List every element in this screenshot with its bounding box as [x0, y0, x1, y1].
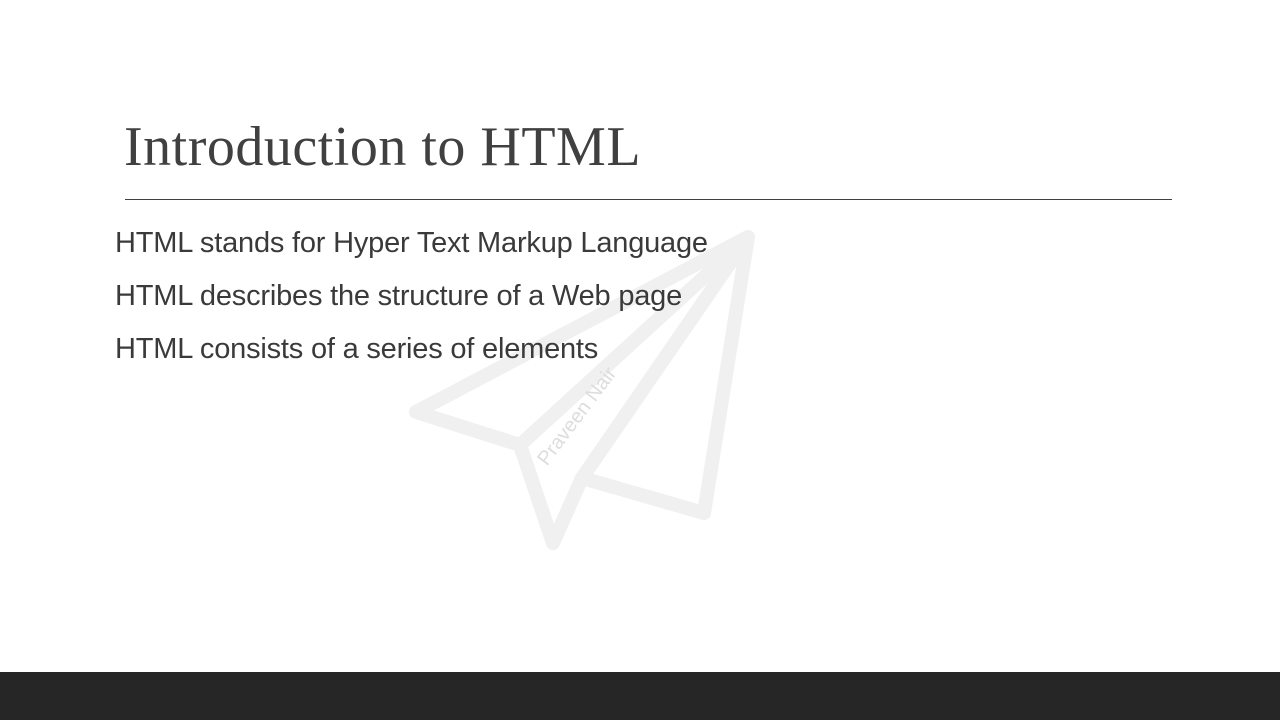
slide-title: Introduction to HTML — [124, 116, 642, 178]
slide: Praveen Nair Introduction to HTML HTML s… — [0, 0, 1280, 672]
bullet-item: HTML describes the structure of a Web pa… — [115, 280, 683, 312]
bullet-list: HTML stands for Hyper Text Markup Langua… — [115, 222, 708, 381]
bullet-item: HTML consists of a series of elements — [115, 333, 599, 365]
title-divider — [125, 199, 1172, 200]
footer-bar — [0, 672, 1280, 720]
bullet-item: HTML stands for Hyper Text Markup Langua… — [115, 227, 708, 259]
